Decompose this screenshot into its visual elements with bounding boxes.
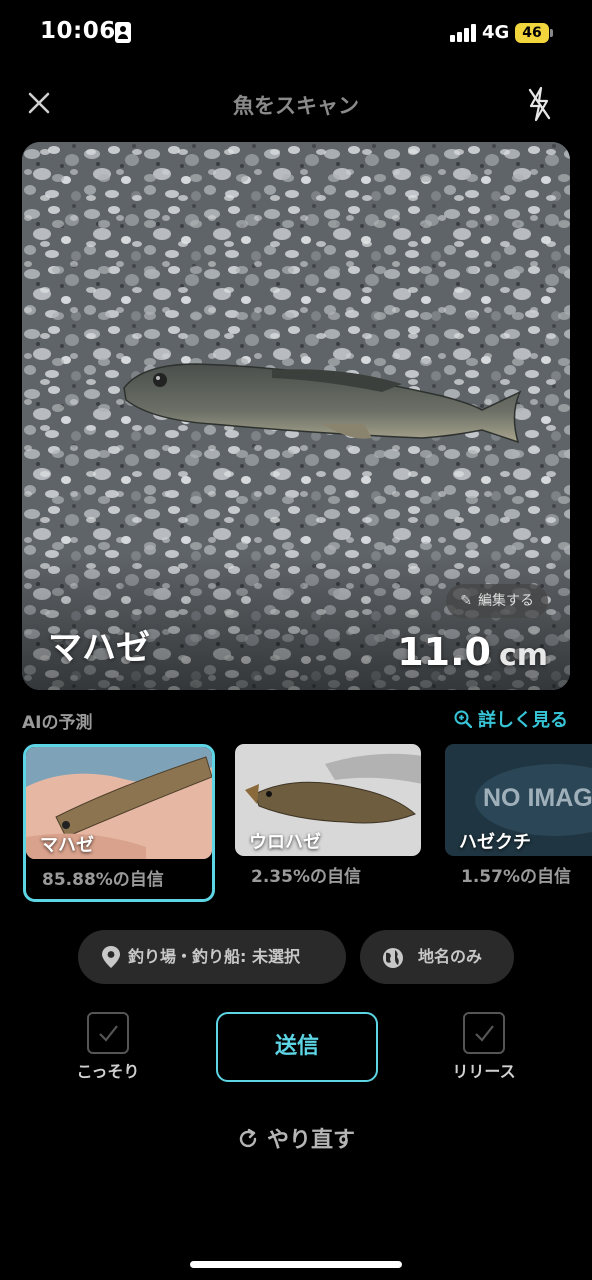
fish-photo: ✎ 編集する マハゼ 11.0 cm <box>22 142 570 690</box>
species-name: マハゼ <box>48 628 150 668</box>
candidate-card[interactable]: マハゼ 85.88%の自信 <box>23 744 215 902</box>
status-time: 10:06 <box>40 18 116 44</box>
place-name-chip[interactable]: 地名のみ <box>360 930 514 984</box>
send-button[interactable]: 送信 <box>216 1012 378 1082</box>
view-details-label: 詳しく見る <box>478 710 568 731</box>
contact-card-icon <box>115 22 131 43</box>
secret-checkbox[interactable] <box>87 1012 129 1054</box>
fishing-spot-chip[interactable]: 釣り場・釣り船: 未選択 <box>78 930 346 984</box>
candidate-name: マハゼ <box>40 835 94 856</box>
candidate-confidence: 85.88%の自信 <box>42 870 164 890</box>
retry-button[interactable]: やり直す <box>0 1122 592 1154</box>
candidate-confidence: 1.57%の自信 <box>461 867 571 887</box>
no-image-placeholder: NO IMAGE <box>483 784 592 812</box>
battery-tip <box>550 29 553 37</box>
check-icon <box>475 1025 494 1042</box>
zoom-in-icon <box>454 710 472 728</box>
home-indicator[interactable] <box>190 1261 402 1268</box>
release-checkbox[interactable] <box>463 1012 505 1054</box>
release-label: リリース <box>452 1062 516 1081</box>
refresh-icon <box>239 1128 257 1148</box>
map-pin-icon <box>102 946 120 968</box>
length-value: 11.0 <box>397 630 491 674</box>
length-unit: cm <box>498 638 548 673</box>
retry-label: やり直す <box>266 1128 355 1153</box>
place-name-label: 地名のみ <box>418 947 483 966</box>
fish-length: 11.0 cm <box>397 630 548 674</box>
network-type: 4G <box>482 22 510 43</box>
candidate-list: マハゼ 85.88%の自信 ウロハゼ 2.35%の自信 NO IMAG ハゼクチ… <box>0 744 592 904</box>
fishing-spot-label: 釣り場・釣り船: 未選択 <box>128 947 300 966</box>
ai-prediction-label: AIの予測 <box>22 713 93 733</box>
globe-icon <box>383 948 403 968</box>
scan-screen: 10:06 4G 46 魚をスキャン ✎ 編集する マハゼ 11.0 cm AI… <box>0 0 592 1280</box>
header: 魚をスキャン <box>0 80 592 128</box>
battery-icon: 46 <box>515 23 549 43</box>
view-details-link[interactable]: 詳しく見る <box>454 706 568 732</box>
secret-label: こっそり <box>76 1062 140 1081</box>
page-title: 魚をスキャン <box>233 94 359 118</box>
edit-button[interactable]: ✎ 編集する <box>446 584 548 618</box>
candidate-name: ウロハゼ <box>249 832 321 853</box>
candidate-name: ハゼクチ <box>459 832 531 853</box>
candidate-card[interactable]: ウロハゼ 2.35%の自信 <box>235 744 427 902</box>
flash-off-icon[interactable] <box>522 84 556 124</box>
status-bar: 10:06 4G 46 <box>0 0 592 66</box>
candidate-confidence: 2.35%の自信 <box>251 867 361 887</box>
pencil-icon: ✎ <box>460 593 472 609</box>
edit-label: 編集する <box>478 593 534 609</box>
candidate-card[interactable]: NO IMAGE ハゼクチ 1.57%の自信 <box>445 744 592 902</box>
cellular-signal-icon <box>450 24 478 42</box>
check-icon <box>99 1025 118 1042</box>
